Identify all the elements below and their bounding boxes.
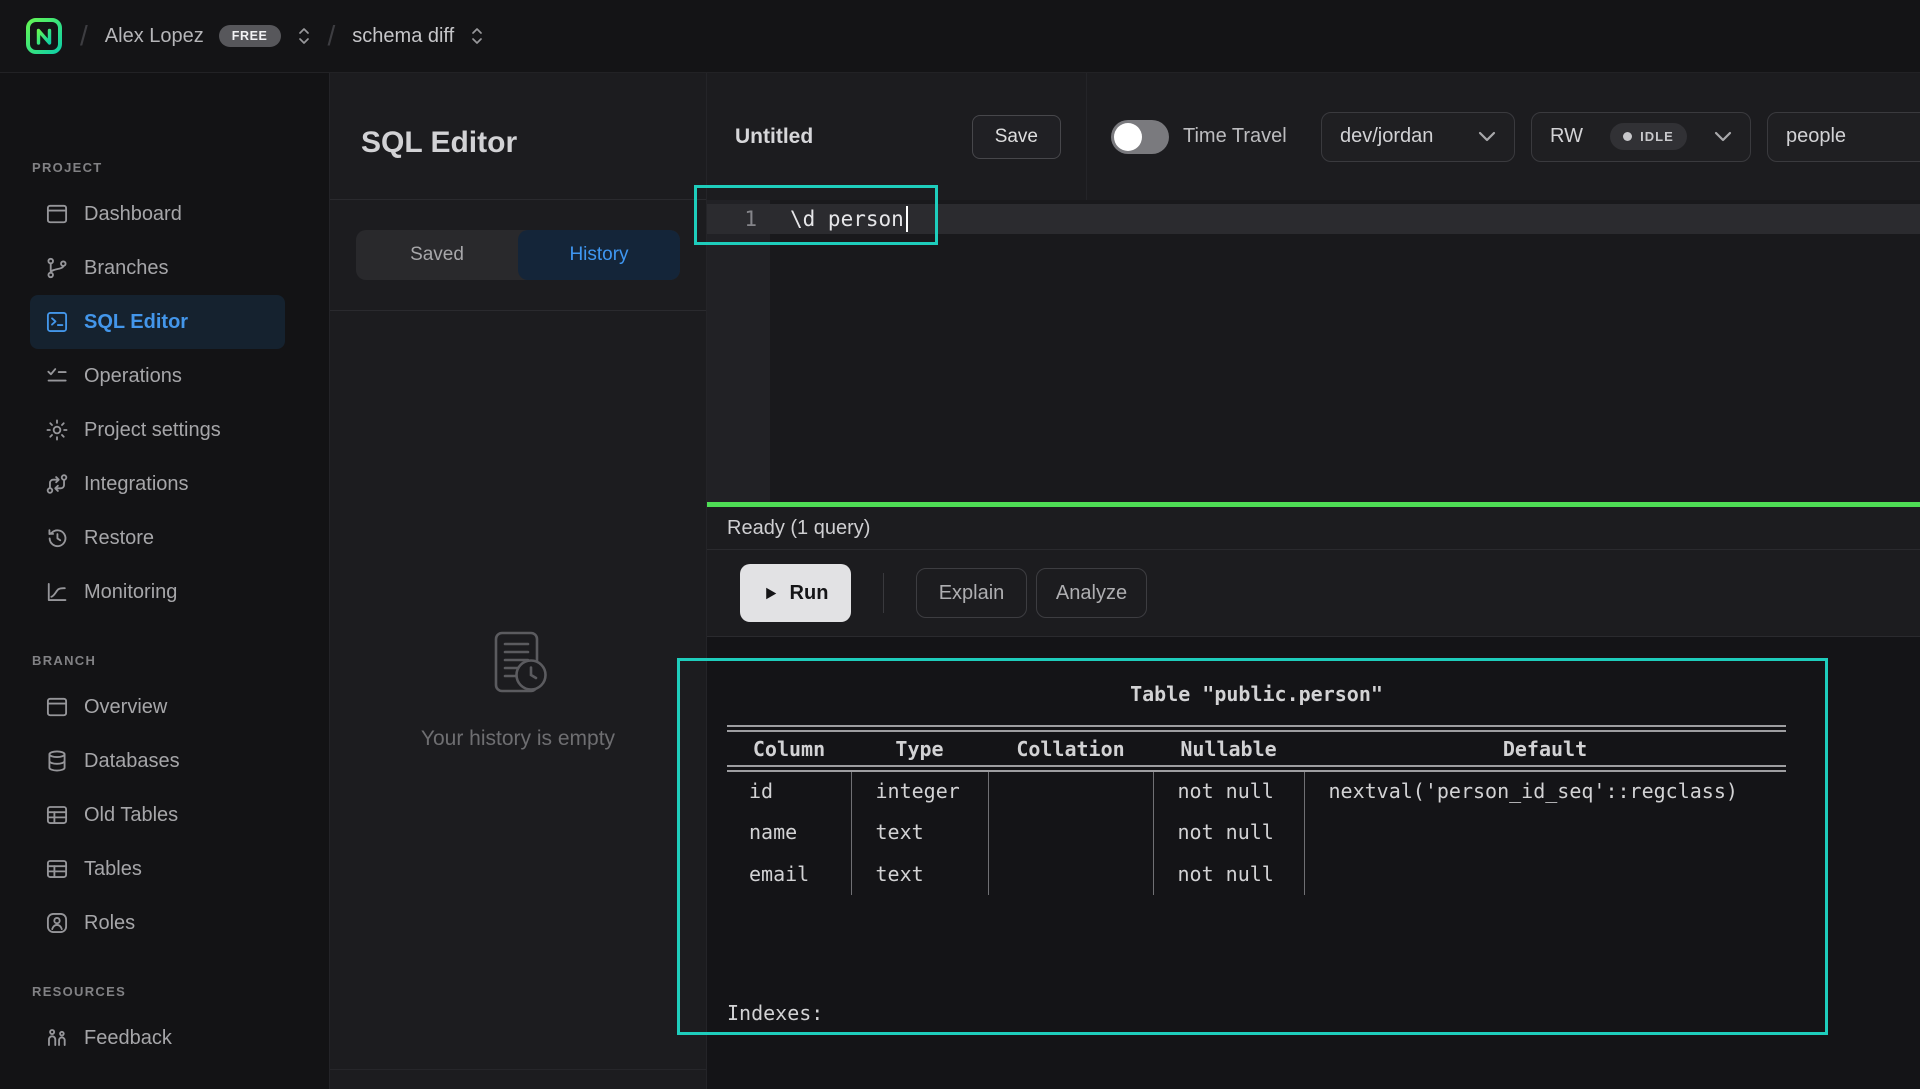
- account-name[interactable]: Alex Lopez: [105, 25, 204, 48]
- sql-code-editor[interactable]: 1 \d person: [707, 200, 1920, 502]
- operations-icon: [44, 363, 70, 389]
- status-text: Ready (1 query): [727, 517, 870, 540]
- feedback-icon: [44, 1025, 70, 1051]
- toggle-knob: [1114, 123, 1142, 151]
- sidebar: PROJECT Dashboard Branches SQL Editor: [0, 73, 330, 1089]
- column-header: Collation: [988, 729, 1153, 769]
- neon-console: / Alex Lopez FREE / schema diff PROJECT …: [0, 0, 1920, 1089]
- monitoring-icon: [44, 579, 70, 605]
- table-icon: [44, 856, 70, 882]
- section-label-branch: BRANCH: [32, 653, 329, 668]
- chevron-down-icon: [1714, 131, 1732, 142]
- section-label-project: PROJECT: [32, 160, 329, 175]
- tab-saved[interactable]: Saved: [356, 230, 518, 280]
- panel-header: SQL Editor: [330, 73, 706, 200]
- sidebar-item-databases[interactable]: Databases: [30, 734, 285, 788]
- section-label-resources: RESOURCES: [32, 984, 329, 999]
- indexes-label: Indexes:: [727, 993, 1920, 1033]
- editor-toolbar: Untitled Save Time Travel dev/jordan: [707, 73, 1920, 200]
- divider: [883, 573, 884, 613]
- databases-icon: [44, 748, 70, 774]
- table-row: name text not null: [727, 811, 1786, 853]
- sidebar-item-branches[interactable]: Branches: [30, 241, 285, 295]
- sidebar-item-sql-editor[interactable]: SQL Editor: [30, 295, 285, 349]
- breadcrumb-separator: /: [80, 20, 88, 52]
- save-button[interactable]: Save: [972, 115, 1061, 159]
- project-switcher-icon[interactable]: [470, 25, 484, 47]
- settings-icon: [44, 417, 70, 443]
- run-button[interactable]: Run: [740, 564, 851, 622]
- topbar: / Alex Lopez FREE / schema diff: [0, 0, 1920, 73]
- line-number: 1: [707, 207, 770, 231]
- sidebar-item-project-settings[interactable]: Project settings: [30, 403, 285, 457]
- main-layout: PROJECT Dashboard Branches SQL Editor: [0, 73, 1920, 1089]
- sql-editor-panel: SQL Editor Saved History Your history is…: [330, 73, 707, 1089]
- account-switcher-icon[interactable]: [297, 25, 311, 47]
- restore-icon: [44, 525, 70, 551]
- integrations-icon: [44, 471, 70, 497]
- column-header: Nullable: [1153, 729, 1304, 769]
- query-actions: Run Explain Analyze: [707, 550, 1920, 637]
- sidebar-item-integrations[interactable]: Integrations: [30, 457, 285, 511]
- results-panel: Table "public.person" Column Type Collat…: [707, 637, 1920, 1089]
- branch-select[interactable]: dev/jordan: [1321, 112, 1515, 162]
- table-row: email text not null: [727, 853, 1786, 895]
- neon-logo[interactable]: [25, 17, 63, 55]
- time-travel-label: Time Travel: [1183, 125, 1287, 148]
- empty-history-icon: [479, 629, 557, 709]
- sidebar-item-restore[interactable]: Restore: [30, 511, 285, 565]
- sidebar-item-monitoring[interactable]: Monitoring: [30, 565, 285, 619]
- result-header-row: Column Type Collation Nullable Default: [727, 729, 1786, 769]
- query-text: \d person: [770, 207, 904, 231]
- branches-icon: [44, 255, 70, 281]
- tabs-row: Saved History: [330, 200, 706, 280]
- status-bar: Ready (1 query): [707, 507, 1920, 550]
- indexes-block: Indexes: "person_pkey" PRIMARY KEY, btre…: [727, 913, 1920, 1089]
- sidebar-item-old-tables[interactable]: Old Tables: [30, 788, 285, 842]
- sidebar-item-operations[interactable]: Operations: [30, 349, 285, 403]
- table-icon: [44, 802, 70, 828]
- plan-badge: FREE: [219, 25, 281, 48]
- history-footer: [330, 1069, 706, 1089]
- breadcrumb-separator: /: [328, 20, 336, 52]
- editor-gutter: [707, 200, 770, 502]
- result-table: Column Type Collation Nullable Default i…: [727, 725, 1786, 895]
- sidebar-item-dashboard[interactable]: Dashboard: [30, 187, 285, 241]
- status-dot: [1623, 132, 1632, 141]
- time-travel-group: Time Travel: [1087, 120, 1287, 154]
- time-travel-toggle[interactable]: [1111, 120, 1169, 154]
- sidebar-item-tables[interactable]: Tables: [30, 842, 285, 896]
- sidebar-item-roles[interactable]: Roles: [30, 896, 285, 950]
- analyze-button[interactable]: Analyze: [1036, 568, 1147, 618]
- query-tab-group: Untitled Save: [707, 115, 1086, 159]
- empty-history-text: Your history is empty: [421, 727, 615, 751]
- dashboard-icon: [44, 201, 70, 227]
- text-cursor: [906, 206, 908, 232]
- editor-area: Untitled Save Time Travel dev/jordan: [707, 73, 1920, 1089]
- overview-icon: [44, 694, 70, 720]
- compute-status-badge: IDLE: [1610, 123, 1687, 150]
- column-header: Column: [727, 729, 851, 769]
- database-select[interactable]: people: [1767, 112, 1920, 162]
- project-name[interactable]: schema diff: [352, 25, 454, 48]
- chevron-down-icon: [1478, 131, 1496, 142]
- column-header: Type: [851, 729, 988, 769]
- play-icon: [763, 586, 778, 601]
- sql-editor-icon: [44, 309, 70, 335]
- history-empty-state: Your history is empty: [330, 311, 706, 1069]
- query-title: Untitled: [735, 125, 813, 149]
- context-selectors: dev/jordan RW IDLE people: [1321, 112, 1920, 162]
- tab-history[interactable]: History: [518, 230, 680, 280]
- column-header: Default: [1304, 729, 1786, 769]
- page-title: SQL Editor: [361, 126, 517, 160]
- explain-button[interactable]: Explain: [916, 568, 1027, 618]
- table-row: id integer not null nextval('person_id_s…: [727, 769, 1786, 811]
- roles-icon: [44, 910, 70, 936]
- code-line-1: 1 \d person: [707, 204, 1920, 234]
- sidebar-item-feedback[interactable]: Feedback: [30, 1011, 285, 1065]
- saved-history-tabs: Saved History: [356, 230, 680, 280]
- sidebar-item-overview[interactable]: Overview: [30, 680, 285, 734]
- result-table-title: Table "public.person": [727, 681, 1786, 707]
- compute-select[interactable]: RW IDLE: [1531, 112, 1751, 162]
